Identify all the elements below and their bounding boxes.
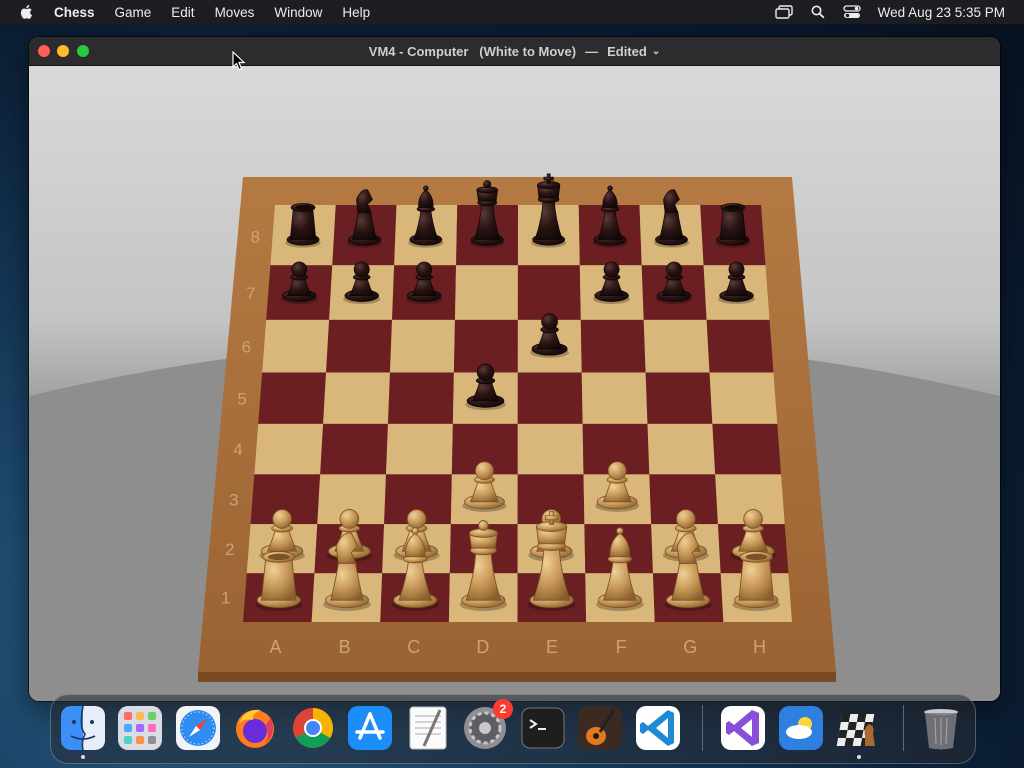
finder-icon — [61, 705, 105, 751]
board-square[interactable] — [326, 319, 393, 373]
file-label: A — [269, 637, 281, 657]
board-square[interactable] — [580, 319, 646, 373]
file-label: D — [476, 637, 489, 657]
zoom-button[interactable] — [77, 45, 89, 57]
notification-badge: 2 — [493, 699, 513, 719]
guitar-icon — [578, 706, 622, 750]
file-label: C — [407, 637, 420, 657]
menu-help[interactable]: Help — [342, 5, 370, 20]
running-indicator — [857, 755, 861, 759]
chevron-down-icon[interactable]: ⌄ — [652, 46, 660, 57]
running-indicator — [81, 755, 85, 759]
launchpad-icon — [118, 706, 162, 750]
menu-game[interactable]: Game — [115, 5, 152, 20]
menu-app-chess[interactable]: Chess — [54, 5, 95, 20]
file-label: F — [616, 637, 627, 657]
board-square[interactable] — [645, 372, 713, 424]
window-title: VM4 - Computer (White to Move) — Edited … — [369, 44, 660, 59]
board-square[interactable] — [712, 423, 782, 475]
trash-icon — [924, 709, 958, 750]
dock-garageband[interactable] — [576, 704, 624, 752]
window-title-status[interactable]: Edited — [607, 44, 647, 59]
chess-board-3d[interactable]: A B C D E F G H 1 2 3 4 5 6 7 8 — [29, 66, 1000, 701]
board-square[interactable] — [389, 319, 455, 373]
minimize-button[interactable] — [57, 45, 69, 57]
rank-label: 1 — [221, 589, 230, 608]
file-label: G — [683, 637, 697, 657]
safari-icon — [176, 706, 220, 750]
menu-moves[interactable]: Moves — [215, 5, 255, 20]
app-store-icon — [348, 706, 392, 750]
rank-label: 8 — [251, 228, 260, 247]
board-frame-edge — [198, 672, 836, 682]
board-square[interactable] — [643, 319, 710, 373]
firefox-icon — [236, 709, 274, 748]
dock-trash[interactable] — [917, 704, 965, 752]
terminal-icon — [521, 707, 565, 749]
board-square[interactable] — [517, 423, 584, 475]
dock-finder[interactable] — [59, 704, 107, 759]
chess-app-icon — [836, 714, 875, 746]
dock-visual-studio[interactable] — [719, 704, 767, 752]
board-square[interactable] — [323, 372, 390, 424]
dock-launchpad[interactable] — [116, 704, 164, 752]
board-square[interactable] — [386, 423, 453, 475]
dock-app-store[interactable] — [346, 704, 394, 752]
board-square[interactable] — [517, 265, 581, 320]
dock-vscode[interactable] — [634, 704, 682, 752]
board-square[interactable] — [706, 319, 774, 373]
rank-label: 5 — [237, 389, 246, 408]
dock-separator — [702, 705, 703, 751]
dock-firefox[interactable] — [231, 704, 279, 752]
chrome-icon — [293, 708, 333, 748]
rank-label: 6 — [242, 337, 251, 356]
weather-icon — [779, 706, 823, 750]
rank-label: 3 — [229, 490, 238, 509]
chess-scene[interactable]: A B C D E F G H 1 2 3 4 5 6 7 8 — [29, 66, 1000, 701]
window-title-separator: — — [585, 43, 599, 59]
menu-window[interactable]: Window — [274, 5, 322, 20]
board-square[interactable] — [581, 372, 648, 424]
screen-mirroring-icon[interactable] — [774, 4, 794, 20]
window-titlebar[interactable]: VM4 - Computer (White to Move) — Edited … — [29, 37, 1000, 66]
menu-edit[interactable]: Edit — [171, 5, 194, 20]
dock-weather[interactable] — [777, 704, 825, 752]
dock-safari[interactable] — [174, 704, 222, 752]
file-label: H — [753, 637, 766, 657]
board-square[interactable] — [709, 372, 778, 424]
menu-bar: Chess Game Edit Moves Window Help Wed Au… — [0, 0, 1024, 24]
apple-menu-icon[interactable] — [18, 3, 36, 21]
dock-separator — [903, 705, 904, 751]
board-square[interactable] — [320, 423, 388, 475]
vscode-icon — [636, 706, 680, 750]
dock-chess[interactable] — [835, 704, 883, 759]
mouse-cursor-icon — [232, 51, 246, 71]
menu-clock[interactable]: Wed Aug 23 5:35 PM — [878, 5, 1005, 20]
board-square[interactable] — [254, 423, 324, 475]
dock-terminal[interactable] — [519, 704, 567, 752]
spotlight-search-icon[interactable] — [808, 4, 828, 20]
board-square[interactable] — [454, 265, 518, 320]
window-title-main: VM4 - Computer (White to Move) — [368, 43, 577, 59]
board-square[interactable] — [387, 372, 454, 424]
rank-label: 7 — [246, 284, 255, 303]
file-label: E — [546, 637, 558, 657]
control-center-icon[interactable] — [842, 4, 862, 20]
board-square[interactable] — [517, 372, 583, 424]
dock-textedit[interactable] — [404, 704, 452, 752]
file-label: B — [339, 637, 351, 657]
visual-studio-icon — [721, 706, 765, 750]
dock: 2 — [50, 694, 976, 764]
textedit-icon — [409, 706, 447, 750]
board-square[interactable] — [647, 423, 716, 475]
dock-system-preferences[interactable]: 2 — [461, 699, 513, 752]
chess-window: VM4 - Computer (White to Move) — Edited … — [29, 37, 1000, 701]
rank-label: 4 — [233, 440, 242, 459]
board-square[interactable] — [262, 319, 330, 373]
dock-chrome[interactable] — [289, 704, 337, 752]
close-button[interactable] — [38, 45, 50, 57]
board-square[interactable] — [258, 372, 327, 424]
rank-label: 2 — [225, 540, 234, 559]
